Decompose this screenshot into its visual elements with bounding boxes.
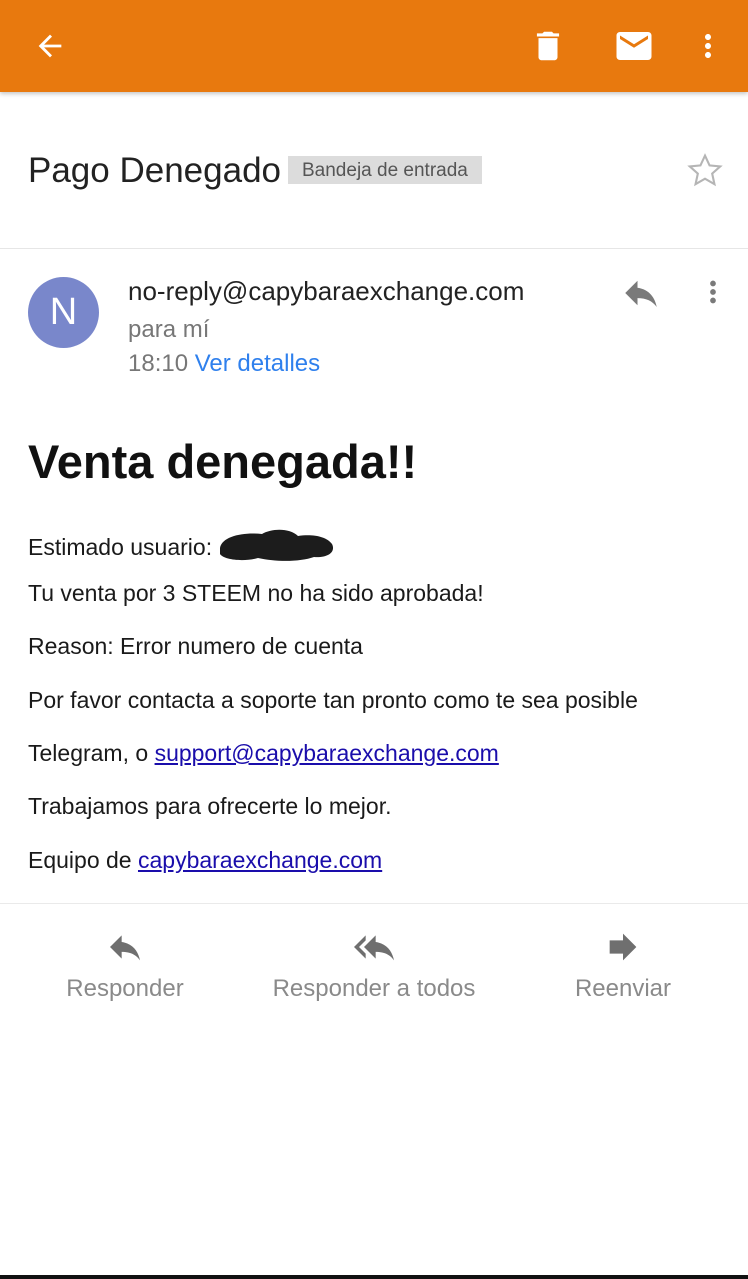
support-email-link[interactable]: support@capybaraexchange.com [155, 740, 499, 766]
divider [0, 903, 748, 904]
body-line: Tu venta por 3 STEEM no ha sido aprobada… [28, 580, 484, 606]
trash-icon[interactable] [520, 18, 576, 74]
recipient-label: para mí [128, 316, 210, 343]
star-icon[interactable] [684, 150, 726, 197]
signature-prefix: Equipo de [28, 847, 138, 873]
sender-address[interactable]: no-reply@capybaraexchange.com [128, 276, 524, 307]
forward-label: Reenviar [574, 975, 672, 1002]
arrow-back-icon[interactable] [22, 18, 78, 74]
redacted-username [214, 526, 338, 572]
forward-button[interactable]: Reenviar [562, 925, 684, 1003]
body-line: Trabajamos para ofrecerte lo mejor. [28, 793, 392, 819]
mail-icon[interactable] [606, 18, 662, 74]
body-line: Por favor contacta a soporte tan pronto … [28, 687, 638, 713]
reply-icon[interactable] [620, 272, 662, 319]
label-chip[interactable]: Bandeja de entrada [288, 156, 482, 184]
contact-line: Telegram, o support@capybaraexchange.com [28, 740, 499, 767]
details-link[interactable]: Ver detalles [195, 350, 320, 377]
reply-button[interactable]: Responder [50, 925, 200, 1003]
reply-all-icon [262, 925, 486, 969]
reply-all-button[interactable]: Responder a todos [262, 925, 486, 1003]
site-link[interactable]: capybaraexchange.com [138, 847, 382, 873]
reply-icon [50, 925, 200, 969]
contact-prefix: Telegram, o [28, 740, 155, 766]
timestamp: 18:10 [128, 350, 189, 377]
reply-all-label: Responder a todos [272, 975, 476, 1002]
email-body-title: Venta denegada!! [28, 435, 418, 488]
forward-icon [562, 925, 684, 969]
time-row: 18:10 Ver detalles [128, 350, 320, 378]
more-vert-icon[interactable] [696, 272, 730, 317]
greeting-line: Estimado usuario: [28, 526, 338, 572]
more-vert-icon[interactable] [680, 18, 736, 74]
signature-line: Equipo de capybaraexchange.com [28, 847, 382, 874]
top-toolbar [0, 0, 748, 92]
reply-label: Responder [66, 975, 184, 1002]
avatar[interactable]: N [28, 277, 99, 348]
email-subject: Pago Denegado [28, 151, 281, 190]
screen-edge [0, 1275, 748, 1279]
body-line: Reason: Error numero de cuenta [28, 633, 363, 659]
greeting-text: Estimado usuario: [28, 534, 213, 561]
